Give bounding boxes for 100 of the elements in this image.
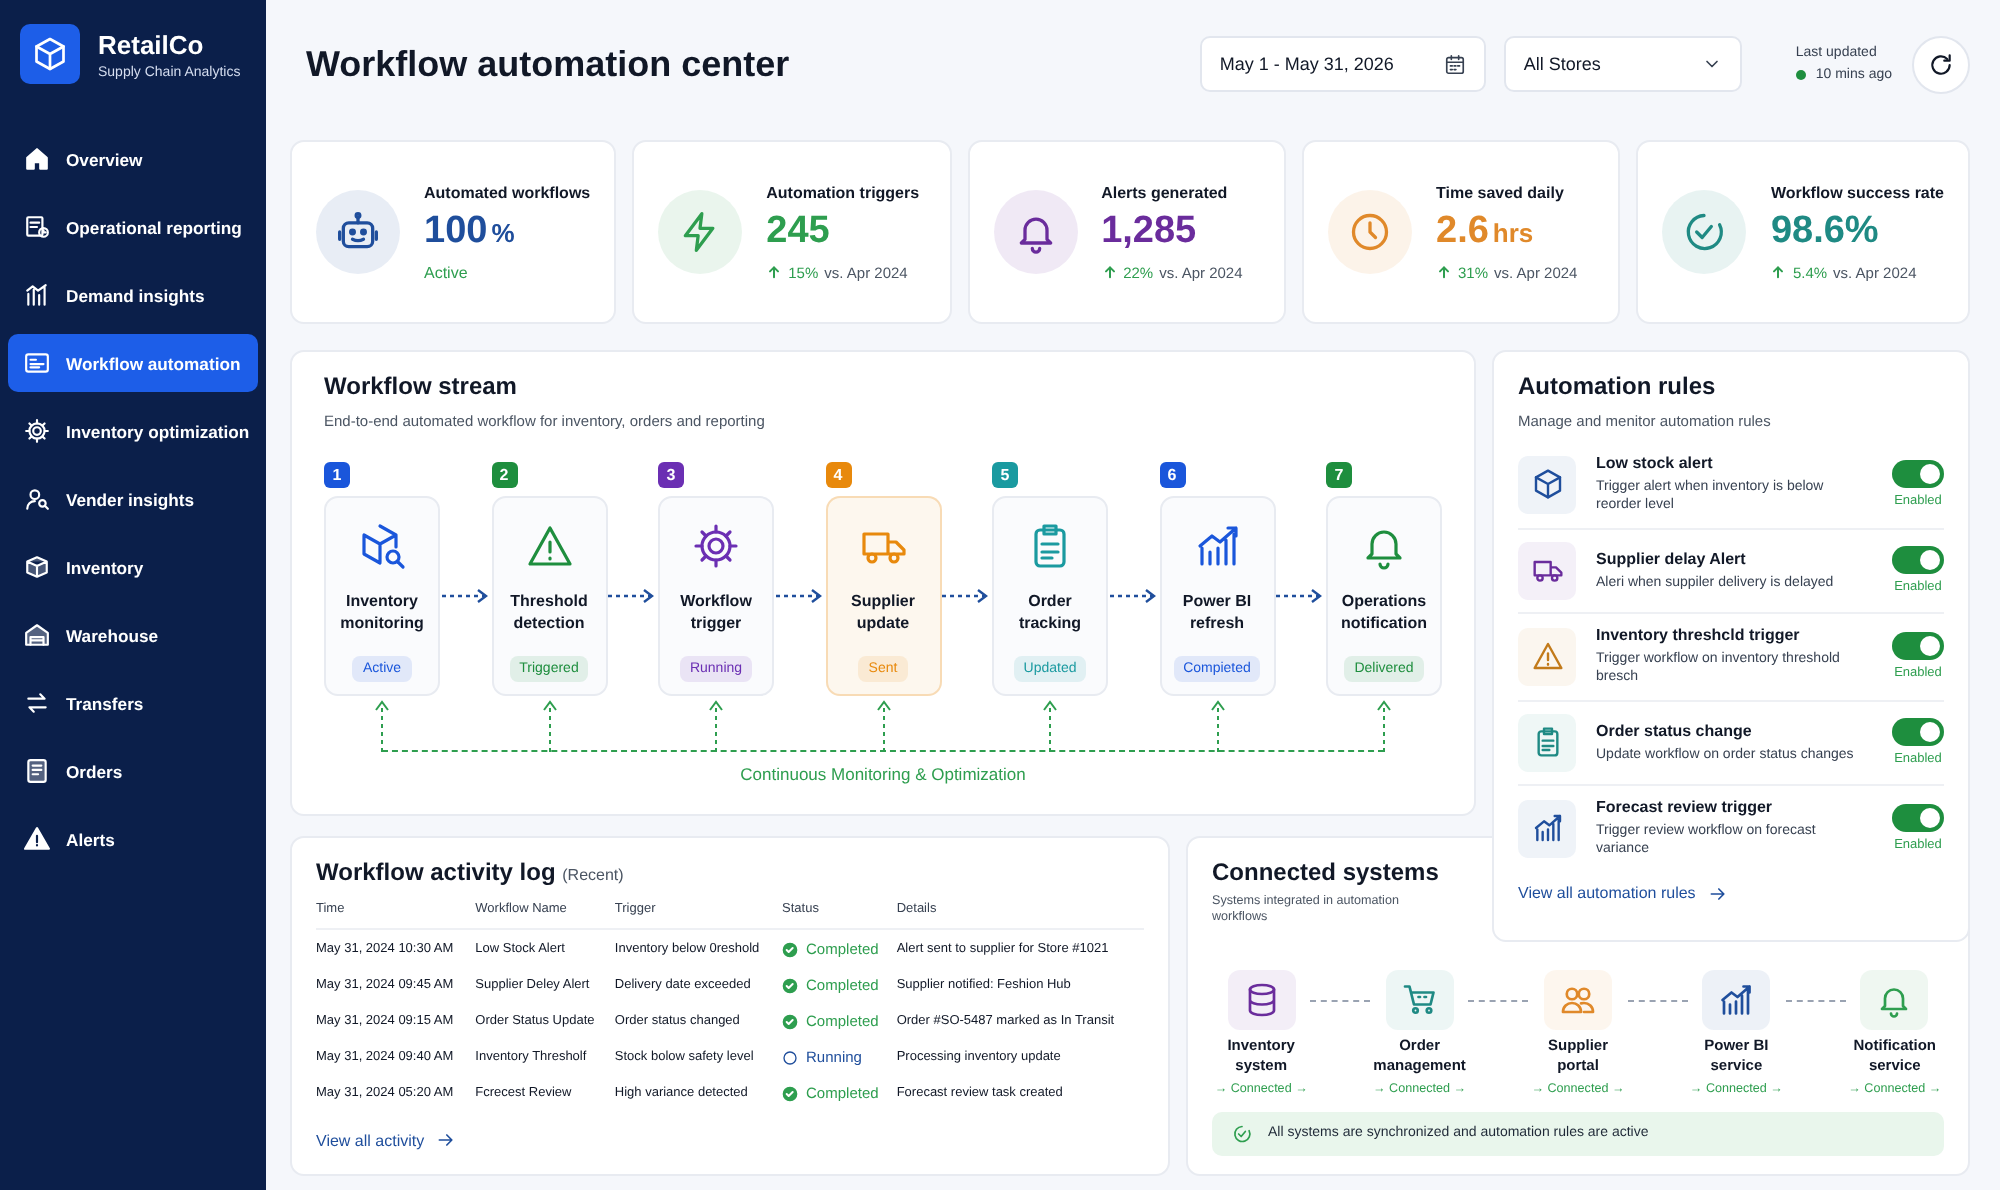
database-icon	[1243, 982, 1280, 1018]
date-range-field[interactable]: May 1 - May 31, 2026	[1199, 36, 1486, 92]
dotted-connector	[1785, 1000, 1846, 1002]
loop-label: Continuous Monitoring & Optimization	[740, 764, 1026, 784]
toggle-switch[interactable]	[1892, 718, 1944, 747]
bar-chart-icon	[24, 282, 50, 308]
refresh-button[interactable]	[1912, 35, 1970, 93]
kpi-label: Automated workflows	[424, 183, 591, 201]
dotted-arrow	[775, 588, 824, 604]
check-circle-icon	[1682, 210, 1727, 254]
status-dot	[1795, 70, 1806, 80]
sidebar-item[interactable]: Operational reporting	[8, 198, 258, 256]
arrow-up-icon	[766, 264, 783, 280]
gear-icon	[24, 418, 50, 444]
kpi-value: 98.6%	[1770, 209, 1881, 253]
dotted-arrow	[1276, 588, 1325, 604]
check-circle-icon	[782, 977, 799, 993]
arrow-right-icon	[1707, 883, 1728, 904]
toggle-switch[interactable]	[1892, 546, 1944, 575]
transfer-icon	[24, 690, 50, 716]
step-number: 7	[1326, 462, 1352, 488]
check-circle-icon	[1232, 1123, 1252, 1143]
step-label: Supplier update	[848, 589, 917, 636]
warning-icon	[24, 826, 50, 852]
rule-name: Order status change	[1596, 721, 1754, 740]
store-dropdown[interactable]: All Stores	[1503, 36, 1742, 92]
kpi-status: Active	[424, 263, 470, 281]
check-circle-icon	[782, 1013, 799, 1029]
toggle-switch[interactable]	[1892, 632, 1944, 661]
warehouse-icon	[24, 622, 50, 648]
check-circle-icon	[782, 1085, 799, 1101]
warning-icon	[1531, 640, 1563, 673]
person-search-icon	[24, 486, 50, 512]
toggle-switch[interactable]	[1892, 804, 1944, 833]
step-number: 1	[324, 462, 350, 488]
box-icon	[1531, 468, 1563, 501]
kpi-value: 245	[766, 209, 832, 253]
step-number: 6	[1159, 462, 1185, 488]
dotted-arrow	[441, 588, 490, 604]
kpi-value: 100%	[424, 209, 517, 253]
card-title: Connected systems	[1212, 858, 1441, 886]
sidebar-item[interactable]: Overview	[8, 130, 258, 188]
dotted-arrow	[608, 588, 657, 604]
arrow-up-icon	[1770, 264, 1787, 280]
card-title: Automation rules	[1518, 372, 1718, 400]
rule-name: Forecast review trigger	[1596, 797, 1775, 816]
bar-chart-icon	[1193, 522, 1241, 570]
cube-icon	[32, 36, 68, 72]
step-label: Power BI refresh	[1180, 589, 1254, 635]
kpi-label: Automation triggers	[766, 183, 920, 201]
kpi-label: Workflow success rate	[1770, 183, 1944, 201]
dotted-connector	[1468, 1000, 1529, 1002]
box-icon	[24, 554, 50, 580]
check-circle-icon	[782, 941, 799, 957]
bar-chart-icon	[1718, 982, 1755, 1018]
sidebar-item[interactable]: Inventory	[8, 538, 258, 596]
people-icon	[1559, 982, 1596, 1018]
clipboard-icon	[1531, 726, 1563, 759]
arrow-right-icon	[436, 1130, 457, 1150]
kpi-value: 2.6 hrs	[1436, 209, 1536, 253]
calendar-icon	[1443, 53, 1466, 75]
dotted-arrow	[942, 588, 991, 604]
dotted-arrow	[1109, 588, 1158, 604]
cart-icon	[1401, 982, 1438, 1018]
step-label: Order tracking	[1016, 589, 1084, 636]
kpi-label: Time saved daily	[1436, 183, 1566, 201]
view-all-activity-link[interactable]: View all activity	[316, 1130, 457, 1150]
refresh-icon	[1928, 51, 1954, 77]
arrow-up-icon	[1101, 264, 1118, 280]
view-all-rules-link[interactable]: View all automation rules	[1518, 883, 1728, 904]
step-number: 2	[491, 462, 517, 488]
sidebar-item[interactable]: Vender insights	[8, 470, 258, 528]
sidebar-item[interactable]: Orders	[8, 742, 258, 800]
step-label: Inventory monitoring	[338, 589, 426, 636]
rule-name: Low stock alert	[1596, 454, 1715, 472]
clock-icon	[1348, 210, 1392, 254]
sidebar-item[interactable]: Workflow automation	[8, 334, 258, 392]
bell-icon	[1876, 982, 1913, 1018]
kpi-label: Alerts generated	[1101, 183, 1230, 201]
card-title: Workflow stream	[324, 372, 519, 400]
card-title: Workflow activity log (Recent)	[316, 858, 626, 886]
toggle-switch[interactable]	[1892, 460, 1944, 489]
step-number: 4	[825, 462, 851, 488]
sidebar-item[interactable]: Warehouse	[8, 606, 258, 664]
dotted-connector	[1310, 1000, 1371, 1002]
step-label: Operations notification	[1338, 589, 1430, 635]
box-search-icon	[358, 522, 406, 570]
sidebar-item[interactable]: Inventory optimization	[8, 402, 258, 460]
dotted-connector	[1627, 1000, 1688, 1002]
kpi-value: 1,285	[1101, 209, 1199, 253]
bar-chart-icon	[1531, 812, 1563, 845]
sidebar-item[interactable]: Demand insights	[8, 266, 258, 324]
step-number: 3	[658, 462, 684, 488]
sidebar-item[interactable]: Alerts	[8, 810, 258, 868]
page-title: Workflow automation center	[306, 43, 792, 85]
workflow-icon	[24, 350, 50, 376]
step-label: Threshold detection	[508, 589, 590, 635]
arrow-up-icon	[1436, 264, 1452, 280]
document-icon	[24, 758, 50, 784]
sidebar-item[interactable]: Transfers	[8, 674, 258, 732]
